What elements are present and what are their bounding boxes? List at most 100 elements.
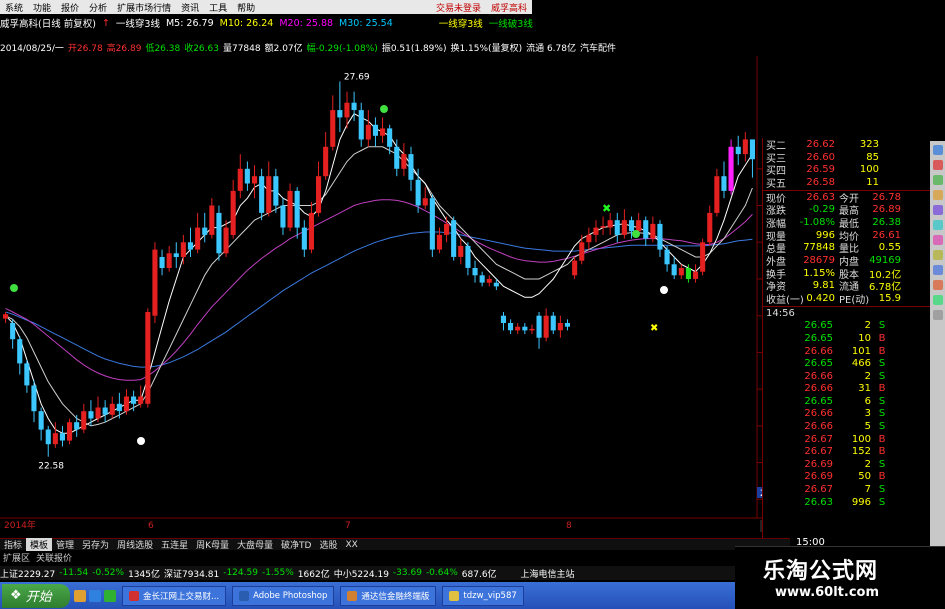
candle-body	[244, 168, 250, 184]
toolbar-news-icon[interactable]	[932, 190, 943, 200]
zx-index[interactable]: 中小5224.19	[334, 567, 389, 580]
high-annotation: 27.69	[344, 72, 370, 82]
stat-value: 28679	[803, 255, 835, 267]
task-trading-label: 金长江网上交易财...	[143, 591, 220, 602]
tick-price: 26.66	[804, 383, 833, 395]
tick-row: 26.65 2 S	[763, 320, 930, 333]
candle-body	[88, 411, 94, 419]
tab-indicator[interactable]: 指标	[0, 538, 26, 551]
tick-direction: S	[878, 395, 886, 407]
indicator-name[interactable]: 一线穿3线	[116, 16, 160, 30]
stat-value: 6.78亿	[869, 282, 902, 294]
toolbar-indicator-icon[interactable]	[932, 280, 943, 290]
toolbar-chart-icon[interactable]	[932, 160, 943, 170]
candle-body	[735, 146, 741, 155]
toolbar-f10-icon[interactable]	[932, 175, 943, 185]
task-photoshop-label: Adobe Photoshop	[253, 590, 328, 601]
candle-body	[693, 271, 699, 279]
tab-related-quote[interactable]: 关联报价	[36, 551, 72, 564]
tab-template[interactable]: 模板	[26, 538, 53, 551]
stat-label: PE(动)	[839, 295, 870, 307]
candlestick-chart[interactable]: 26.5026.0025.5025.0024.5024.0023.5023.00…	[0, 56, 790, 538]
tick-price: 26.66	[804, 421, 833, 433]
menu-system[interactable]: 系统	[0, 1, 28, 14]
stat-value: 77848	[803, 242, 835, 254]
tab-td[interactable]: 破净TD	[277, 538, 315, 551]
stat-value: 0.420	[806, 293, 835, 305]
tab-five-stars[interactable]: 五连星	[157, 538, 192, 551]
tick-row: 26.69 2 S	[763, 458, 930, 471]
photoshop-icon	[239, 590, 250, 601]
tab-weekly-select[interactable]: 周线选股	[113, 538, 157, 551]
trade-login-link[interactable]: 交易未登录	[431, 1, 486, 14]
candle-body	[500, 315, 506, 323]
quicklaunch-folder-icon[interactable]	[74, 589, 86, 602]
toolbar-draw-icon[interactable]	[932, 235, 943, 245]
toolbar-refresh-icon[interactable]	[932, 295, 943, 305]
candle-body	[17, 339, 23, 364]
candle-body	[493, 282, 499, 287]
menu-news[interactable]: 资讯	[176, 1, 204, 14]
tab-manage[interactable]: 管理	[52, 538, 78, 551]
month-label: 2014年	[4, 519, 36, 531]
quicklaunch-ie-icon[interactable]	[89, 589, 101, 602]
stat-value: 1.15%	[803, 267, 835, 279]
toolbar-formula-icon[interactable]	[932, 205, 943, 215]
candle-body	[223, 227, 229, 254]
toolbar-select-icon[interactable]	[932, 220, 943, 230]
bid-volume: 85	[866, 151, 879, 163]
menu-analysis[interactable]: 分析	[84, 1, 112, 14]
candle-body	[614, 220, 620, 235]
candle-body	[337, 110, 343, 118]
task-trading[interactable]: 金长江网上交易财...	[122, 585, 227, 606]
menu-tools[interactable]: 工具	[204, 1, 232, 14]
buy-signal-icon	[10, 284, 18, 292]
candle-body	[671, 264, 677, 276]
stat-value: 49169	[869, 255, 901, 267]
sh-index[interactable]: 上证2229.27	[0, 567, 55, 580]
candle-body	[564, 323, 570, 327]
info-date: 2014/08/25/一	[0, 43, 64, 54]
candle-body	[543, 315, 549, 338]
candle-body	[209, 205, 215, 235]
tick-row: 26.67 100 B	[763, 433, 930, 446]
candle-body	[387, 128, 393, 147]
tab-xx[interactable]: XX	[341, 540, 361, 550]
candle-body	[643, 220, 649, 239]
buy-signal-icon	[632, 230, 640, 238]
menu-help[interactable]: 帮助	[232, 1, 260, 14]
tab-extension-area[interactable]: 扩展区	[3, 551, 30, 564]
task-tdx[interactable]: 通达信金融终端版	[340, 585, 437, 606]
quicklaunch-app-icon[interactable]	[104, 589, 116, 602]
task-photoshop[interactable]: Adobe Photoshop	[232, 585, 335, 606]
tick-price: 26.66	[804, 408, 833, 420]
tick-volume: 7	[864, 484, 871, 496]
tick-direction: S	[878, 320, 886, 332]
tab-select-stock[interactable]: 选股	[315, 538, 341, 551]
candle-body	[323, 146, 329, 177]
tab-market-vol[interactable]: 大盘母量	[233, 538, 277, 551]
tick-price: 26.65	[804, 395, 833, 407]
stock-name-link[interactable]: 威孚高科	[486, 1, 532, 14]
candle-body	[10, 323, 16, 340]
toolbar-zoom-icon[interactable]	[932, 250, 943, 260]
chart-background	[0, 56, 760, 518]
menu-function[interactable]: 功能	[28, 1, 56, 14]
menu-quote[interactable]: 报价	[56, 1, 84, 14]
task-folder[interactable]: tdzw_vip587	[442, 585, 524, 606]
candle-body	[508, 323, 514, 331]
tab-save-as[interactable]: 另存为	[78, 538, 113, 551]
tab-weekly-k[interactable]: 周K母量	[192, 538, 233, 551]
sz-index[interactable]: 深证7934.81	[164, 567, 219, 580]
tick-volume: 5	[864, 421, 871, 433]
menu-extended-market[interactable]: 扩展市场行情	[112, 1, 176, 14]
start-button[interactable]: ❖ 开始	[2, 583, 70, 608]
toolbar-quote-icon[interactable]	[932, 145, 943, 155]
toolbar-period-icon[interactable]	[932, 265, 943, 275]
candle-body	[202, 227, 208, 235]
bid-price: 26.62	[806, 138, 835, 150]
toolbar-settings-icon[interactable]	[932, 310, 943, 320]
stat-value: 26.78	[872, 191, 901, 203]
tick-row: 26.65 466 S	[763, 357, 930, 370]
server-name[interactable]: 上海电信主站	[521, 567, 575, 580]
